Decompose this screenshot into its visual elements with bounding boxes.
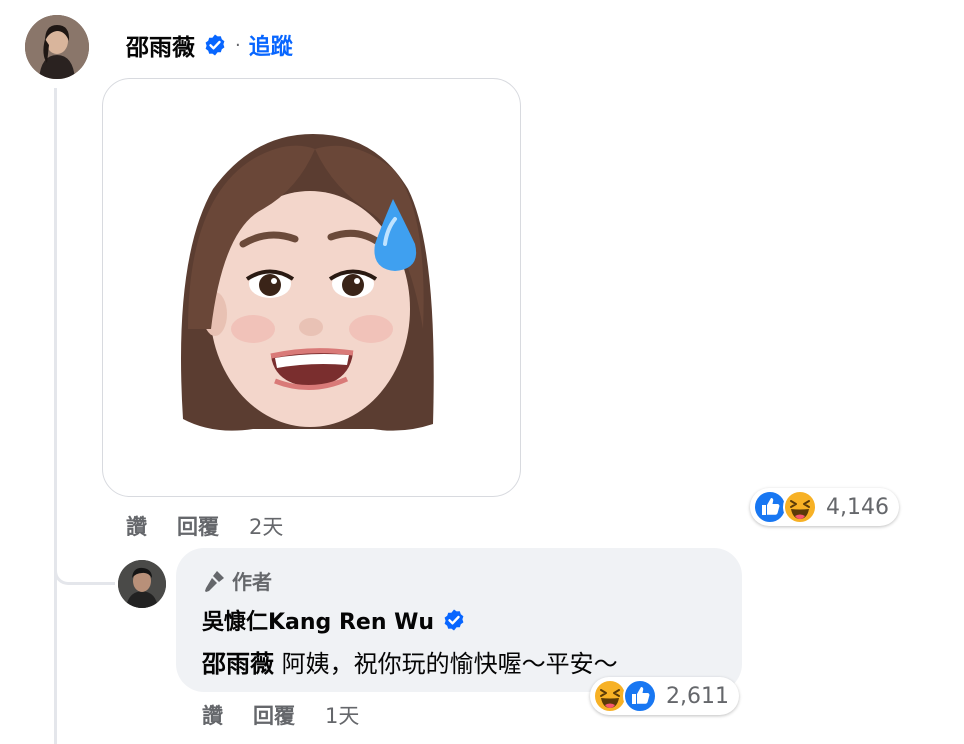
like-button[interactable]: 讚 — [202, 700, 223, 730]
separator-dot: · — [235, 34, 241, 56]
reply-bubble: 作者 吳慷仁Kang Ren Wu 邵雨薇 阿姨，祝你玩的愉快喔～平安～ — [176, 548, 742, 692]
comment-actions: 讚 回覆 2天 — [126, 511, 283, 541]
reply-author-name[interactable]: 吳慷仁Kang Ren Wu — [202, 604, 434, 636]
verified-badge-icon — [444, 609, 464, 631]
reply-button[interactable]: 回覆 — [253, 700, 295, 730]
reaction-count: 2,611 — [666, 683, 729, 709]
author-badge-label: 作者 — [232, 570, 272, 594]
reply-reactions[interactable]: 2,611 — [590, 677, 739, 715]
memoji-sweat-smile-icon — [181, 134, 434, 431]
mention-link[interactable]: 邵雨薇 — [202, 650, 274, 678]
microphone-icon — [205, 570, 224, 592]
reply-button[interactable]: 回覆 — [177, 511, 219, 541]
reaction-count: 4,146 — [826, 494, 889, 520]
follow-button[interactable]: 追蹤 — [249, 29, 293, 61]
thread-line — [54, 88, 57, 744]
avatar-photo-icon — [25, 15, 89, 79]
reply-actions: 讚 回覆 1天 — [202, 700, 359, 730]
reply-timestamp[interactable]: 1天 — [325, 700, 359, 730]
avatar-commenter[interactable] — [25, 15, 89, 79]
reply-header: 吳慷仁Kang Ren Wu — [202, 604, 466, 636]
verified-badge-icon — [205, 34, 225, 56]
avatar-reply-author[interactable] — [118, 560, 166, 608]
like-reaction-icon — [623, 679, 657, 713]
comment-author-name[interactable]: 邵雨薇 — [126, 28, 195, 62]
reply-body: 阿姨，祝你玩的愉快喔～平安～ — [274, 650, 618, 678]
comment-reactions[interactable]: 4,146 — [750, 488, 899, 526]
comment-sticker[interactable] — [102, 78, 521, 497]
thread-connector — [54, 548, 115, 585]
avatar-photo-icon — [118, 560, 166, 608]
reply-text: 邵雨薇 阿姨，祝你玩的愉快喔～平安～ — [202, 644, 618, 679]
comment-header: 邵雨薇 · 追蹤 — [126, 28, 293, 62]
comment-timestamp[interactable]: 2天 — [249, 511, 283, 541]
haha-reaction-icon — [783, 490, 817, 524]
like-button[interactable]: 讚 — [126, 511, 147, 541]
author-badge: 作者 — [202, 566, 272, 595]
